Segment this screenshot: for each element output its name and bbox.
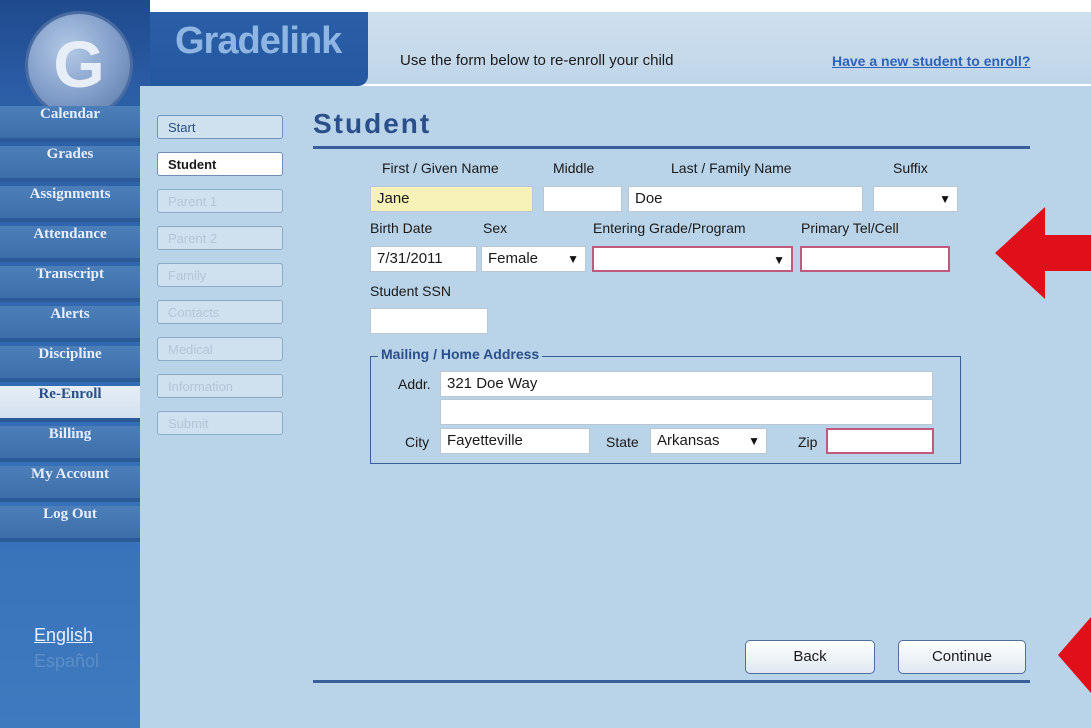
city-label: City [405,434,430,450]
suffix-select[interactable]: ▼ [873,186,958,212]
back-button[interactable]: Back [745,640,875,674]
addr-label: Addr. [398,376,431,392]
step-column [140,86,290,728]
chevron-down-icon: ▼ [567,252,579,266]
brand-name: Gradelink [175,20,342,62]
nav-item-discipline[interactable]: Discipline [0,346,140,382]
address-line-2-field[interactable] [440,399,933,425]
nav-item-assignments[interactable]: Assignments [0,186,140,222]
header-instruction: Use the form below to re-enroll your chi… [400,52,674,69]
first-name-field[interactable]: Jane [370,186,533,212]
nav-item-attendance[interactable]: Attendance [0,226,140,262]
state-label: State [606,434,639,450]
nav-item-grades[interactable]: Grades [0,146,140,182]
chevron-down-icon: ▼ [939,192,951,206]
step-submit: Submit [157,411,283,435]
language-english-link[interactable]: English [34,625,93,646]
zip-label: Zip [798,434,818,450]
title-divider [313,146,1030,149]
entering-grade-select[interactable]: ▼ [592,246,793,272]
middle-name-label: Middle [553,160,595,176]
phone-label: Primary Tel/Cell [801,220,899,236]
left-arrow-icon [995,207,1091,299]
nav-item-billing[interactable]: Billing [0,426,140,462]
step-parent-1: Parent 1 [157,189,283,213]
last-name-label: Last / Family Name [671,160,792,176]
ssn-field[interactable] [370,308,488,334]
zip-field[interactable] [826,428,934,454]
sex-select[interactable]: Female ▼ [481,246,586,272]
chevron-down-icon: ▼ [773,253,785,267]
suffix-label: Suffix [893,160,928,176]
sex-label: Sex [483,220,508,236]
ssn-label: Student SSN [370,283,451,299]
birth-date-label: Birth Date [370,220,433,236]
step-information: Information [157,374,283,398]
chevron-down-icon: ▼ [748,434,760,448]
sex-value: Female [488,250,539,267]
continue-button[interactable]: Continue [898,640,1026,674]
grade-label: Entering Grade/Program [593,220,746,236]
birth-date-field[interactable]: 7/31/2011 [370,246,477,272]
step-student[interactable]: Student [157,152,283,176]
bottom-divider [313,680,1030,683]
language-spanish-link[interactable]: Español [34,651,99,672]
new-student-link[interactable]: Have a new student to enroll? [832,53,1030,69]
middle-name-field[interactable] [543,186,622,212]
left-arrow-icon [1058,617,1091,693]
gradelink-logo: G [28,14,130,116]
last-name-field[interactable]: Doe [628,186,863,212]
nav-item-my-account[interactable]: My Account [0,466,140,502]
city-field[interactable]: Fayetteville [440,428,590,454]
nav-item-alerts[interactable]: Alerts [0,306,140,342]
first-name-label: First / Given Name [382,160,499,176]
state-select[interactable]: Arkansas ▼ [650,428,767,454]
nav-item-transcript[interactable]: Transcript [0,266,140,302]
step-medical: Medical [157,337,283,361]
page-title: Student [313,108,432,139]
address-legend: Mailing / Home Address [378,346,543,362]
step-contacts: Contacts [157,300,283,324]
state-value: Arkansas [657,432,720,449]
phone-field[interactable] [800,246,950,272]
step-family: Family [157,263,283,287]
address-line-1-field[interactable]: 321 Doe Way [440,371,933,397]
nav-item-calendar[interactable]: Calendar [0,106,140,142]
step-start[interactable]: Start [157,115,283,139]
nav-item-re-enroll[interactable]: Re-Enroll [0,386,140,422]
nav-item-log-out[interactable]: Log Out [0,506,140,542]
step-parent-2: Parent 2 [157,226,283,250]
